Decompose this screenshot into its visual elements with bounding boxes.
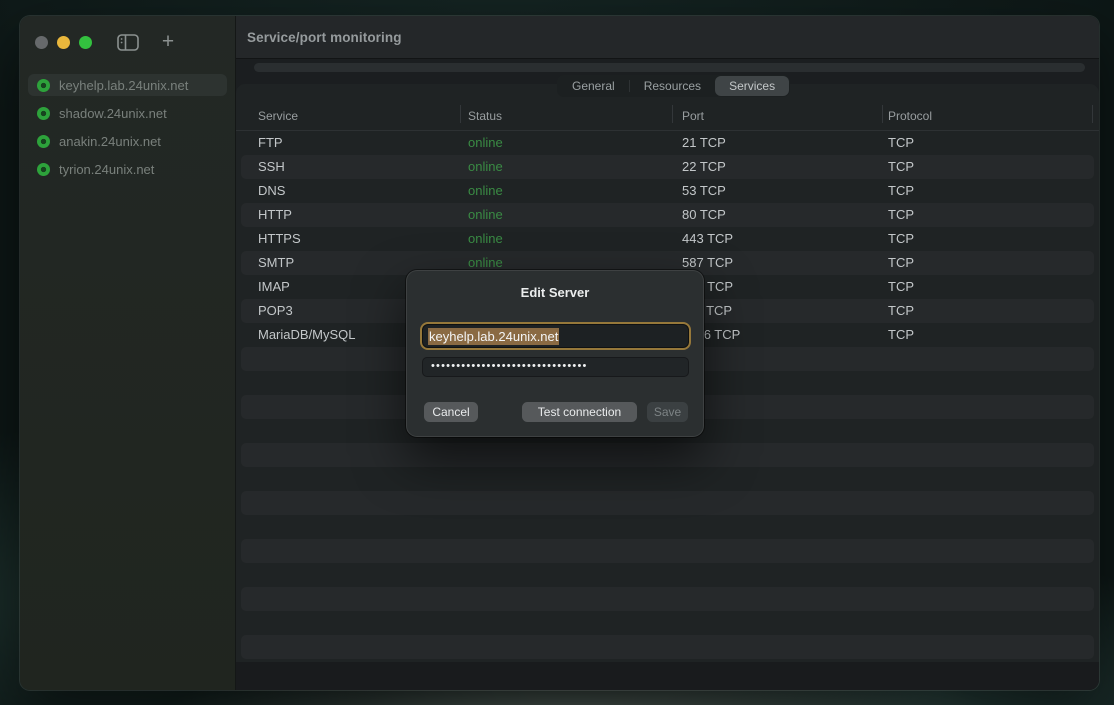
zoom-button[interactable]	[79, 36, 92, 49]
table-row-empty	[236, 467, 1099, 491]
page-title: Service/port monitoring	[247, 30, 402, 45]
cell-port: 443 TCP	[682, 227, 733, 251]
dialog-title: Edit Server	[406, 270, 704, 300]
server-status-dot-icon	[37, 79, 50, 92]
table-row[interactable]: SSH online 22 TCP TCP	[236, 155, 1099, 179]
toggle-sidebar-button[interactable]	[115, 30, 141, 54]
titlebar: Service/port monitoring	[236, 16, 1099, 59]
server-status-dot-icon	[37, 135, 50, 148]
server-name: tyrion.24unix.net	[59, 162, 154, 177]
server-name: shadow.24unix.net	[59, 106, 167, 121]
table-row-empty	[236, 491, 1099, 515]
sidebar-item-server[interactable]: anakin.24unix.net	[28, 130, 227, 152]
column-divider	[460, 105, 461, 123]
table-row[interactable]: HTTP online 80 TCP TCP	[236, 203, 1099, 227]
cell-protocol: TCP	[888, 179, 914, 203]
test-connection-button[interactable]: Test connection	[522, 402, 637, 422]
column-header-port[interactable]: Port	[682, 109, 704, 123]
cell-protocol: TCP	[888, 323, 914, 347]
table-row[interactable]: FTP online 21 TCP TCP	[236, 131, 1099, 155]
titlebar-traffic-lights: +	[20, 16, 235, 68]
server-status-dot-icon	[37, 107, 50, 120]
table-row-empty	[236, 443, 1099, 467]
cell-protocol: TCP	[888, 203, 914, 227]
server-name: keyhelp.lab.24unix.net	[59, 78, 188, 93]
table-row-empty	[236, 563, 1099, 587]
table-row-empty	[236, 515, 1099, 539]
cell-service: SSH	[258, 155, 285, 179]
content-scroll-edge	[254, 63, 1085, 72]
cancel-button[interactable]: Cancel	[424, 402, 478, 422]
host-input-focus-ring: keyhelp.lab.24unix.net	[420, 322, 691, 350]
desktop-wallpaper: + keyhelp.lab.24unix.net shadow.24unix.n…	[0, 0, 1114, 705]
table-row-empty	[236, 539, 1099, 563]
bottom-bar	[236, 662, 1099, 690]
minimize-button[interactable]	[57, 36, 70, 49]
server-status-dot-icon	[37, 163, 50, 176]
tab-general[interactable]: General	[558, 76, 629, 96]
password-input[interactable]: •••••••••••••••••••••••••••••••	[422, 357, 689, 377]
tab-bar: General Resources Services	[557, 75, 790, 97]
cell-protocol: TCP	[888, 299, 914, 323]
cell-status: online	[468, 131, 503, 155]
cell-service: POP3	[258, 299, 293, 323]
column-divider	[672, 105, 673, 123]
cell-service: IMAP	[258, 275, 290, 299]
cell-protocol: TCP	[888, 275, 914, 299]
cell-service: FTP	[258, 131, 283, 155]
sidebar-icon	[117, 34, 139, 51]
server-list: keyhelp.lab.24unix.net shadow.24unix.net…	[20, 68, 235, 186]
cell-status: online	[468, 179, 503, 203]
sidebar: + keyhelp.lab.24unix.net shadow.24unix.n…	[20, 16, 236, 690]
cell-protocol: TCP	[888, 131, 914, 155]
cell-port: 80 TCP	[682, 203, 726, 227]
table-row[interactable]: DNS online 53 TCP TCP	[236, 179, 1099, 203]
column-header-status[interactable]: Status	[468, 109, 502, 123]
cell-service: HTTPS	[258, 227, 301, 251]
table-row-empty	[236, 635, 1099, 659]
cell-service: HTTP	[258, 203, 292, 227]
cell-status: online	[468, 203, 503, 227]
cell-protocol: TCP	[888, 227, 914, 251]
tab-resources[interactable]: Resources	[630, 76, 715, 96]
save-button[interactable]: Save	[647, 402, 688, 422]
column-divider	[882, 105, 883, 123]
close-button[interactable]	[35, 36, 48, 49]
cell-port: 21 TCP	[682, 131, 726, 155]
cell-service: DNS	[258, 179, 285, 203]
plus-icon: +	[162, 32, 174, 52]
cell-service: MariaDB/MySQL	[258, 323, 356, 347]
column-header-protocol[interactable]: Protocol	[888, 109, 932, 123]
sidebar-item-server[interactable]: shadow.24unix.net	[28, 102, 227, 124]
column-divider	[1092, 105, 1093, 123]
password-masked-text: •••••••••••••••••••••••••••••••	[431, 360, 588, 372]
host-input[interactable]: keyhelp.lab.24unix.net	[422, 324, 689, 348]
cell-status: online	[468, 155, 503, 179]
cell-protocol: TCP	[888, 251, 914, 275]
table-row-empty	[236, 587, 1099, 611]
sidebar-item-server[interactable]: tyrion.24unix.net	[28, 158, 227, 180]
tab-services[interactable]: Services	[715, 76, 789, 96]
cell-protocol: TCP	[888, 155, 914, 179]
edit-server-dialog: Edit Server keyhelp.lab.24unix.net •••••…	[406, 270, 704, 437]
add-server-button[interactable]: +	[155, 30, 181, 54]
host-input-selected-text: keyhelp.lab.24unix.net	[428, 328, 559, 345]
table-row-empty	[236, 611, 1099, 635]
cell-status: online	[468, 227, 503, 251]
cell-port: 22 TCP	[682, 155, 726, 179]
cell-service: SMTP	[258, 251, 294, 275]
sidebar-item-server[interactable]: keyhelp.lab.24unix.net	[28, 74, 227, 96]
column-header-service[interactable]: Service	[258, 109, 298, 123]
table-row[interactable]: HTTPS online 443 TCP TCP	[236, 227, 1099, 251]
server-name: anakin.24unix.net	[59, 134, 161, 149]
cell-port: 53 TCP	[682, 179, 726, 203]
